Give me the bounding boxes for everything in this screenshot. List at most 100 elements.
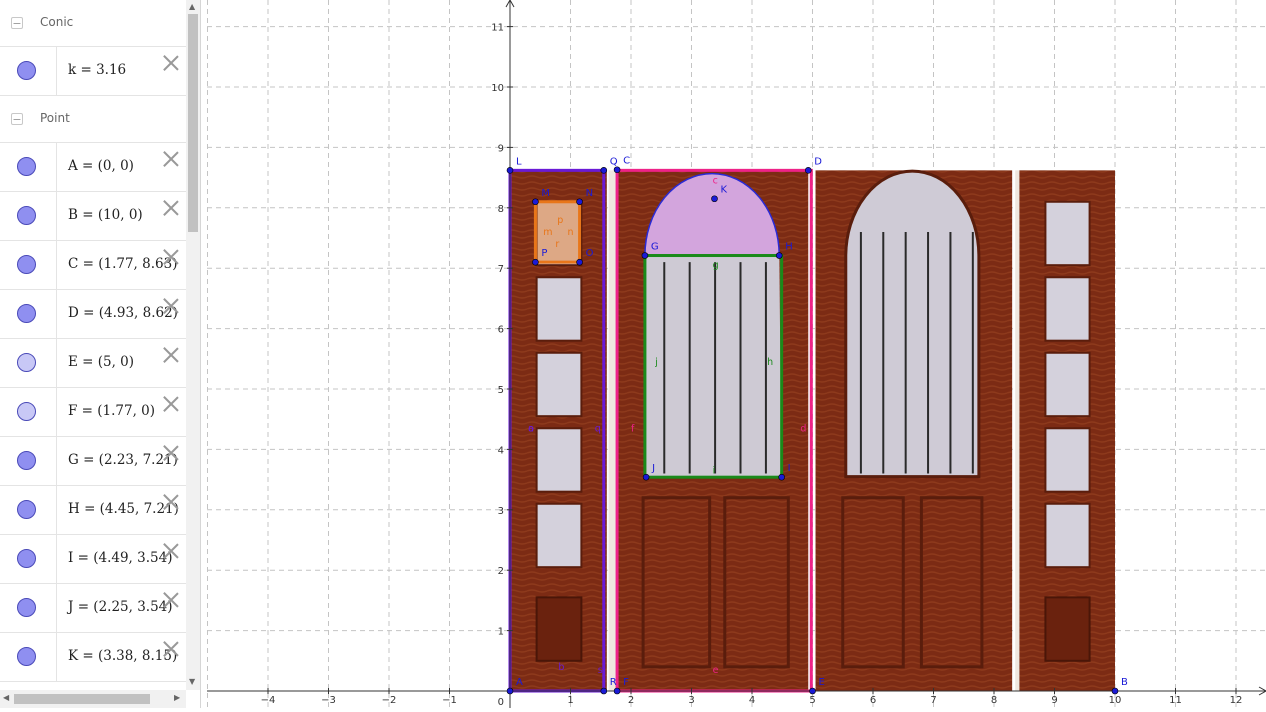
point-label: R <box>610 677 617 688</box>
visibility-toggle-icon[interactable] <box>17 353 36 372</box>
algebra-row[interactable]: K = (3.38, 8.15) <box>0 633 186 682</box>
point-marker <box>532 258 539 266</box>
point-label: M <box>541 188 550 199</box>
scroll-right-arrow-icon[interactable]: ▶ <box>174 693 180 702</box>
delete-icon[interactable] <box>162 542 180 560</box>
object-definition[interactable]: B = (10, 0) <box>68 207 143 223</box>
y-tick-label: 11 <box>491 23 504 34</box>
object-definition[interactable]: K = (3.38, 8.15) <box>68 648 177 664</box>
scroll-down-arrow-icon[interactable]: ▼ <box>189 677 195 686</box>
point-label: H <box>785 242 793 253</box>
x-tick-label: 8 <box>991 695 997 706</box>
visibility-toggle-icon[interactable] <box>17 206 36 225</box>
point-marker <box>506 687 514 695</box>
delete-icon[interactable] <box>162 444 180 462</box>
algebra-row[interactable]: A = (0, 0) <box>0 143 186 192</box>
algebra-vertical-scrollbar[interactable]: ▲ ▼ <box>186 0 200 690</box>
x-tick-label: 11 <box>1169 695 1182 706</box>
delete-icon[interactable] <box>162 150 180 168</box>
vertical-scroll-thumb[interactable] <box>188 14 198 232</box>
visibility-toggle-icon[interactable] <box>17 255 36 274</box>
row-divider <box>56 388 57 436</box>
row-divider <box>56 143 57 191</box>
object-definition[interactable]: J = (2.25, 3.54) <box>68 599 173 615</box>
delete-icon[interactable] <box>162 199 180 217</box>
delete-icon[interactable] <box>162 54 180 72</box>
algebra-row[interactable]: H = (4.45, 7.21) <box>0 486 186 535</box>
y-tick-label: 9 <box>498 143 504 154</box>
point-marker <box>576 198 583 206</box>
algebra-row[interactable]: F = (1.77, 0) <box>0 388 186 437</box>
row-divider <box>56 192 57 240</box>
visibility-toggle-icon[interactable] <box>17 402 36 421</box>
algebra-row[interactable]: D = (4.93, 8.62) <box>0 290 186 339</box>
algebra-row[interactable]: C = (1.77, 8.63) <box>0 241 186 290</box>
group-header[interactable]: − Point <box>0 96 186 143</box>
delete-icon[interactable] <box>162 395 180 413</box>
scroll-left-arrow-icon[interactable]: ◀ <box>3 693 9 702</box>
object-definition[interactable]: I = (4.49, 3.54) <box>68 550 172 566</box>
visibility-toggle-icon[interactable] <box>17 598 36 617</box>
delete-icon[interactable] <box>162 591 180 609</box>
algebra-row[interactable]: B = (10, 0) <box>0 192 186 241</box>
y-tick-label: 3 <box>498 506 504 517</box>
point-marker <box>613 166 621 174</box>
group-header[interactable]: − Conic <box>0 0 186 47</box>
point-label: F <box>623 677 629 688</box>
delete-icon[interactable] <box>162 297 180 315</box>
graphics-view[interactable]: −4 −3 −2 −1 1 2 3 4 5 6 7 8 9 10 11 12 1 2 3 4 5 6 7 8 9 10 11 0 AB… <box>207 0 1266 708</box>
visibility-toggle-icon[interactable] <box>17 451 36 470</box>
x-tick-label: 5 <box>809 695 815 706</box>
visibility-toggle-icon[interactable] <box>17 304 36 323</box>
algebra-view: − Conic k = 3.16 − Point A = (0, 0) B = (10, 0… <box>0 0 201 708</box>
algebra-row[interactable]: G = (2.23, 7.21) <box>0 437 186 486</box>
scroll-up-arrow-icon[interactable]: ▲ <box>189 2 195 11</box>
object-definition[interactable]: k = 3.16 <box>68 62 126 78</box>
segment-label: i <box>713 466 716 477</box>
segment-label: o <box>528 423 534 434</box>
algebra-row[interactable]: J = (2.25, 3.54) <box>0 584 186 633</box>
x-tick-label: 1 <box>567 695 573 706</box>
sidelight-glass-pane <box>1044 276 1091 342</box>
object-definition[interactable]: F = (1.77, 0) <box>68 403 155 419</box>
x-tick-label: 10 <box>1109 695 1122 706</box>
visibility-toggle-icon[interactable] <box>17 157 36 176</box>
x-tick-label: 3 <box>688 695 694 706</box>
visibility-toggle-icon[interactable] <box>17 500 36 519</box>
collapse-toggle-icon[interactable]: − <box>11 17 23 29</box>
segment-label: p <box>557 215 563 226</box>
point-label: K <box>720 185 727 196</box>
point-marker <box>576 258 583 266</box>
algebra-row[interactable]: E = (5, 0) <box>0 339 186 388</box>
graphics-canvas[interactable]: −4 −3 −2 −1 1 2 3 4 5 6 7 8 9 10 11 1212345678910110 AB… <box>207 0 1266 708</box>
x-tick-label: 9 <box>1051 695 1057 706</box>
point-label: P <box>541 248 547 259</box>
object-definition[interactable]: A = (0, 0) <box>68 158 134 174</box>
y-tick-label: 2 <box>498 566 504 577</box>
visibility-toggle-icon[interactable] <box>17 549 36 568</box>
y-tick-label: 6 <box>498 325 504 336</box>
delete-icon[interactable] <box>162 248 180 266</box>
y-tick-label: 4 <box>498 445 504 456</box>
sidelight-bottom-panel <box>1044 596 1091 662</box>
point-label: J <box>651 463 655 474</box>
algebra-row[interactable]: k = 3.16 <box>0 47 186 96</box>
visibility-toggle-icon[interactable] <box>17 61 36 80</box>
delete-icon[interactable] <box>162 493 180 511</box>
y-tick-label: 8 <box>498 204 504 215</box>
algebra-horizontal-scrollbar[interactable]: ◀ ▶ <box>0 690 186 708</box>
point-marker <box>711 195 718 203</box>
collapse-toggle-icon[interactable]: − <box>11 113 23 125</box>
point-label: N <box>586 188 593 199</box>
point-label: E <box>819 677 825 688</box>
horizontal-scroll-thumb[interactable] <box>14 694 150 704</box>
sidelight-glass-pane <box>1044 502 1091 569</box>
delete-icon[interactable] <box>162 640 180 658</box>
visibility-toggle-icon[interactable] <box>17 647 36 666</box>
delete-icon[interactable] <box>162 346 180 364</box>
segment-label: c <box>713 176 718 187</box>
row-divider <box>56 584 57 632</box>
object-definition[interactable]: E = (5, 0) <box>68 354 134 370</box>
row-divider <box>56 241 57 289</box>
algebra-row[interactable]: I = (4.49, 3.54) <box>0 535 186 584</box>
